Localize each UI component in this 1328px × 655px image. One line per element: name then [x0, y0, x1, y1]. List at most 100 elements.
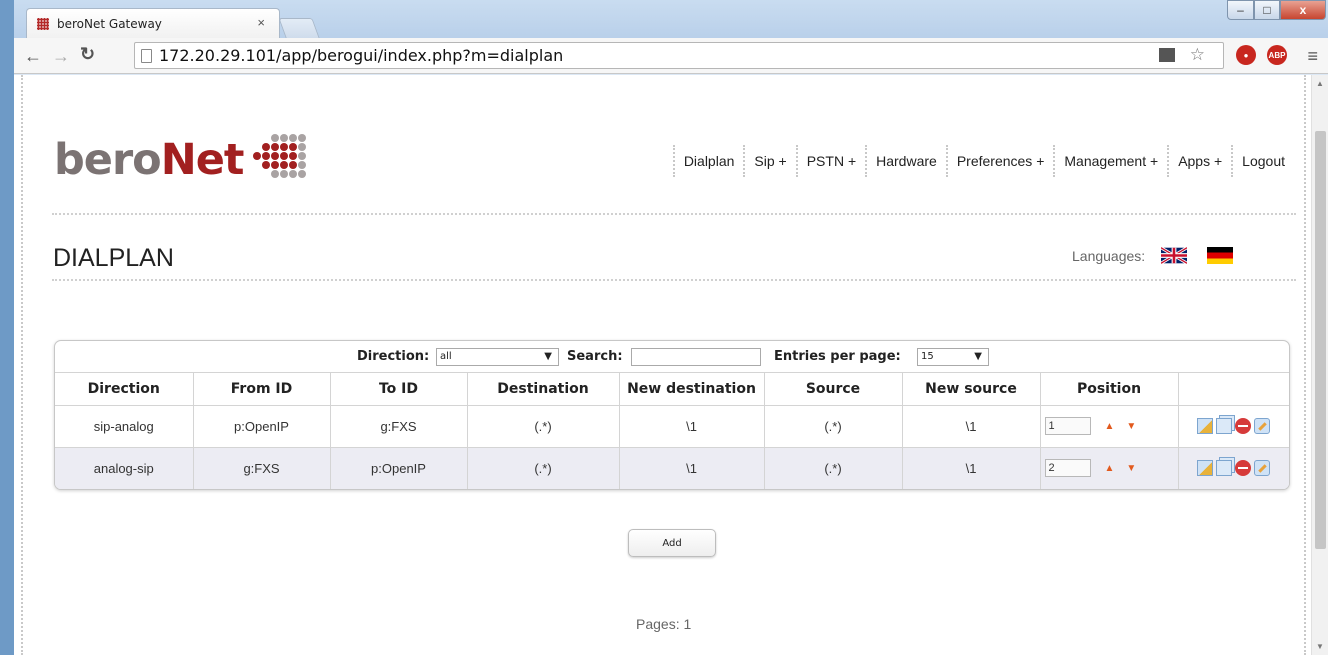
col-destination[interactable]: Destination	[467, 373, 620, 406]
vertical-scrollbar[interactable]: ▲ ▼	[1311, 75, 1328, 655]
copy-icon[interactable]	[1216, 460, 1233, 476]
direction-select[interactable]: all ▼	[436, 348, 559, 366]
entries-select-value: 15	[921, 351, 934, 362]
logo-dot	[298, 169, 307, 178]
scroll-thumb[interactable]	[1315, 131, 1326, 549]
direction-select-value: all	[440, 351, 452, 362]
bookmark-star-icon[interactable]: ☆	[1190, 45, 1205, 65]
entries-per-page-select[interactable]: 15 ▼	[917, 348, 989, 366]
page-title: DIALPLAN	[53, 244, 174, 272]
move-up-icon[interactable]: ▲	[1105, 463, 1115, 474]
page-icon	[141, 49, 152, 63]
logo-dot	[262, 142, 271, 151]
logo-dot	[298, 151, 307, 160]
col-direction[interactable]: Direction	[55, 373, 194, 406]
cell-destination: (.*)	[467, 447, 620, 489]
nav-pstn[interactable]: PSTN +	[795, 145, 865, 177]
new-tab-button[interactable]	[278, 18, 320, 38]
table-header-row: Direction From ID To ID Destination New …	[55, 373, 1289, 406]
address-bar[interactable]: 172.20.29.101/app/berogui/index.php?m=di…	[134, 42, 1224, 69]
nav-management[interactable]: Management +	[1053, 145, 1167, 177]
col-actions	[1178, 373, 1289, 406]
logo-dot	[298, 142, 307, 151]
chrome-menu-icon[interactable]: ≡	[1307, 46, 1318, 67]
search-input[interactable]	[631, 348, 761, 366]
german-flag-icon[interactable]	[1207, 247, 1234, 264]
forward-arrow-icon[interactable]: →	[52, 46, 70, 67]
dialplan-table: Direction From ID To ID Destination New …	[55, 373, 1289, 489]
dialplan-table-box: Direction: all ▼ Search: Entries per pag…	[54, 340, 1290, 490]
search-label: Search:	[567, 349, 623, 364]
move-down-icon[interactable]: ▼	[1126, 463, 1136, 474]
col-to-id[interactable]: To ID	[330, 373, 468, 406]
languages-label: Languages:	[1072, 247, 1146, 264]
logo-dot	[289, 133, 298, 142]
edit-icon[interactable]	[1197, 418, 1214, 434]
header-divider	[52, 213, 1296, 215]
page-action-icon[interactable]	[1159, 48, 1175, 62]
cell-from-id: g:FXS	[193, 447, 331, 489]
direction-label: Direction:	[357, 349, 430, 364]
nav-sip[interactable]: Sip +	[743, 145, 795, 177]
logo-dot	[253, 134, 261, 142]
cell-actions	[1178, 447, 1289, 489]
col-from-id[interactable]: From ID	[193, 373, 331, 406]
logo-dot	[280, 169, 289, 178]
logo-dot	[280, 151, 289, 160]
cell-source: (.*)	[764, 447, 903, 489]
scroll-up-icon[interactable]: ▲	[1316, 79, 1324, 88]
stop-extension-icon[interactable]: ●	[1236, 45, 1256, 65]
browser-tab[interactable]: beroNet Gateway ×	[26, 8, 280, 38]
delete-icon[interactable]	[1235, 418, 1252, 434]
filter-bar: Direction: all ▼ Search: Entries per pag…	[55, 341, 1289, 373]
copy-icon[interactable]	[1216, 418, 1233, 434]
cell-source: (.*)	[764, 405, 903, 448]
cell-actions	[1178, 405, 1289, 448]
logo-dot	[271, 142, 280, 151]
move-up-icon[interactable]: ▲	[1105, 421, 1115, 432]
logo-dot	[289, 151, 298, 160]
reload-icon[interactable]: ↻	[80, 44, 95, 65]
nav-preferences[interactable]: Preferences +	[945, 145, 1054, 177]
maximize-button[interactable]: □	[1254, 0, 1280, 20]
col-new-source[interactable]: New source	[902, 373, 1041, 406]
delete-icon[interactable]	[1235, 460, 1252, 476]
logo-dots-icon	[253, 133, 307, 179]
col-position[interactable]: Position	[1040, 373, 1179, 406]
nav-hardware[interactable]: Hardware	[865, 145, 946, 177]
cell-position: 2 ▲ ▼	[1040, 447, 1179, 489]
configure-icon[interactable]	[1254, 460, 1271, 476]
logo-dot	[280, 142, 289, 151]
table-row: sip-analog p:OpenIP g:FXS (.*) \1 (.*) \…	[55, 405, 1289, 448]
logo-dot	[253, 161, 261, 169]
beronet-logo[interactable]: bero Net	[54, 133, 307, 185]
position-input[interactable]: 1	[1044, 417, 1091, 435]
logo-dot	[253, 151, 262, 160]
minimize-button[interactable]: –	[1227, 0, 1254, 20]
cell-new-source: \1	[902, 405, 1041, 448]
browser-window: beroNet Gateway × – □ x ← → ↻ 172.20.29.…	[14, 0, 1328, 655]
cell-to-id: p:OpenIP	[330, 447, 468, 489]
table-row: analog-sip g:FXS p:OpenIP (.*) \1 (.*) \…	[55, 447, 1289, 489]
logo-dot	[262, 151, 271, 160]
col-source[interactable]: Source	[764, 373, 903, 406]
nav-dialplan[interactable]: Dialplan	[672, 145, 744, 177]
configure-icon[interactable]	[1254, 418, 1271, 434]
back-arrow-icon[interactable]: ←	[24, 46, 42, 67]
edit-icon[interactable]	[1197, 460, 1214, 476]
scroll-down-icon[interactable]: ▼	[1316, 642, 1324, 651]
logo-dot	[271, 151, 280, 160]
tab-close-icon[interactable]: ×	[257, 15, 265, 30]
adblock-plus-icon[interactable]: ABP	[1267, 45, 1287, 65]
col-new-destination[interactable]: New destination	[619, 373, 765, 406]
uk-flag-icon[interactable]	[1161, 247, 1188, 264]
address-text[interactable]: 172.20.29.101/app/berogui/index.php?m=di…	[159, 46, 563, 65]
close-window-button[interactable]: x	[1280, 0, 1326, 20]
move-down-icon[interactable]: ▼	[1126, 421, 1136, 432]
logo-dot	[271, 169, 280, 178]
nav-apps[interactable]: Apps +	[1167, 145, 1231, 177]
add-button[interactable]: Add	[628, 529, 716, 557]
position-input[interactable]: 2	[1044, 459, 1091, 477]
nav-logout[interactable]: Logout	[1231, 145, 1294, 177]
pagination-text: Pages: 1	[636, 616, 692, 632]
